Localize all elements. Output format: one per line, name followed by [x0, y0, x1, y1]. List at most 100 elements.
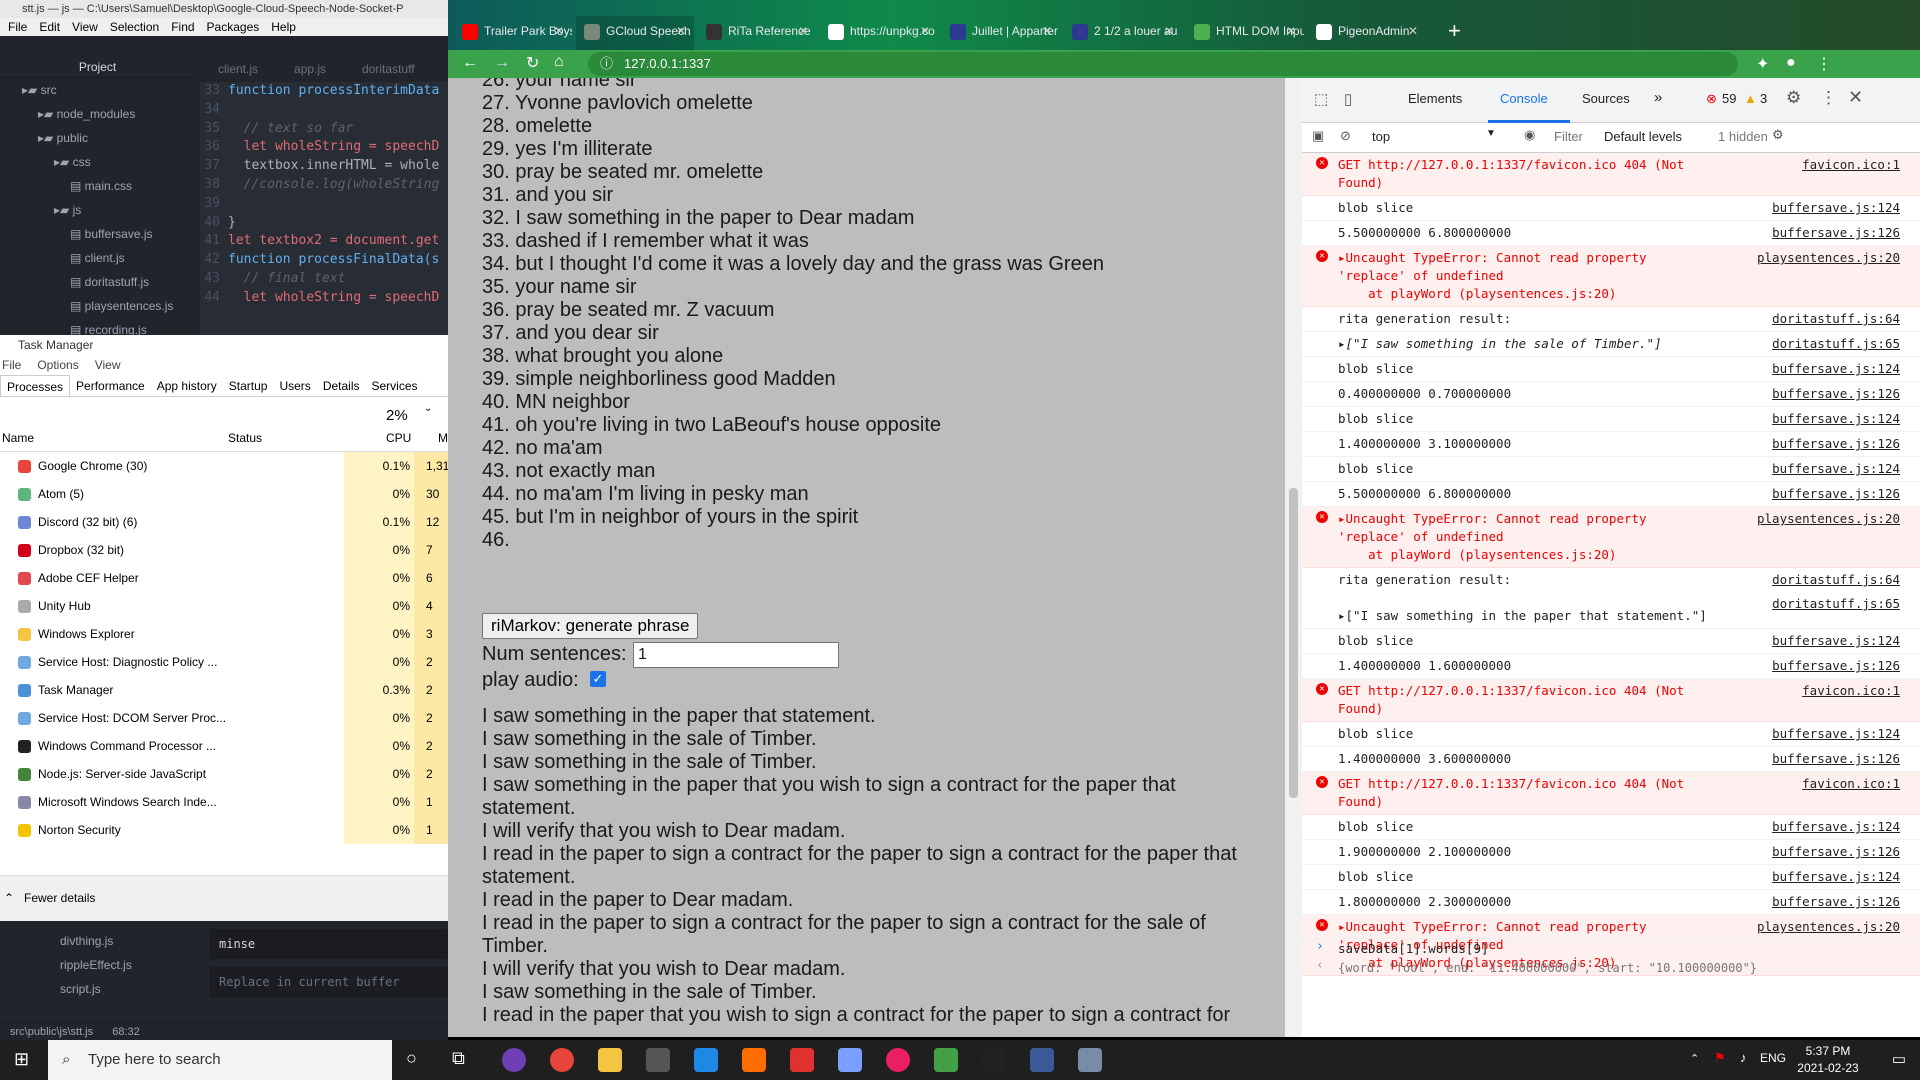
log-levels-dropdown[interactable]: Default levels — [1604, 129, 1682, 144]
process-row[interactable]: Windows Explorer 0% 3 — [0, 620, 448, 648]
forward-icon[interactable]: → — [494, 54, 510, 72]
tree-item[interactable]: ▤ doritastuff.js — [0, 270, 195, 294]
console-source-link[interactable]: doritastuff.js:64 — [1772, 310, 1900, 328]
browser-tab[interactable]: Juillet | Apparter ✕ — [942, 16, 1060, 50]
process-row[interactable]: Service Host: DCOM Server Proc... 0% 2 — [0, 704, 448, 732]
tab-close-icon[interactable]: ✕ — [554, 16, 564, 46]
live-expression-eye-icon[interactable]: ◉ — [1524, 127, 1535, 143]
edge-icon[interactable] — [694, 1048, 718, 1072]
menu-help[interactable]: Help — [271, 18, 296, 36]
tab-performance[interactable]: Performance — [70, 375, 151, 396]
console-source-link[interactable]: playsentences.js:20 — [1757, 510, 1900, 528]
process-row[interactable]: Adobe CEF Helper 0% 6 — [0, 564, 448, 592]
browser-tab[interactable]: Trailer Park Boys ✕ — [454, 16, 572, 50]
tab-processes[interactable]: Processes — [0, 375, 71, 396]
find-input[interactable]: minse — [210, 929, 448, 959]
tray-network-icon[interactable]: ⚑ — [1714, 1050, 1726, 1066]
info-icon[interactable]: ⓘ — [600, 52, 613, 76]
fewer-details-button[interactable]: ⌃ Fewer details — [0, 875, 448, 921]
settings-icon[interactable] — [646, 1048, 670, 1072]
console-source-link[interactable]: buffersave.js:126 — [1772, 657, 1900, 675]
page-scrollbar[interactable] — [1285, 78, 1302, 1037]
xbox-icon[interactable] — [934, 1048, 958, 1072]
tree-item[interactable]: ▸▰ node_modules — [0, 102, 195, 126]
col-memory[interactable]: M — [438, 431, 448, 445]
taskbar-search[interactable]: ⌕ Type here to search — [48, 1040, 392, 1080]
clear-console-icon[interactable]: ⊘ — [1340, 128, 1351, 144]
menu-packages[interactable]: Packages — [207, 18, 260, 36]
console-prompt[interactable]: › saveData[1].words[9] — [1302, 938, 1920, 958]
tab-users[interactable]: Users — [273, 375, 316, 396]
console-source-link[interactable]: buffersave.js:124 — [1772, 868, 1900, 886]
menu-view[interactable]: View — [72, 18, 98, 36]
warning-count[interactable]: 3 — [1760, 91, 1767, 106]
generate-phrase-button[interactable]: riMarkov: generate phrase — [482, 613, 699, 639]
console-source-link[interactable]: doritastuff.js:65 — [1772, 335, 1900, 353]
sidebar-toggle-icon[interactable]: ▣ — [1312, 128, 1324, 144]
tab-startup[interactable]: Startup — [223, 375, 274, 396]
browser-tab[interactable]: GCloud Speech ✕ — [576, 16, 694, 50]
console-source-link[interactable]: buffersave.js:124 — [1772, 818, 1900, 836]
discord-icon[interactable] — [502, 1048, 526, 1072]
console-source-link[interactable]: buffersave.js:124 — [1772, 199, 1900, 217]
browser-tab[interactable]: PigeonAdmin ✕ — [1308, 16, 1426, 50]
back-icon[interactable]: ← — [462, 54, 478, 72]
context-selector[interactable]: top — [1372, 129, 1390, 144]
console-filter-input[interactable]: Filter — [1554, 129, 1583, 144]
tab-close-icon[interactable]: ✕ — [798, 16, 808, 46]
status-path[interactable]: src\public\js\stt.js — [10, 1026, 93, 1038]
col-cpu[interactable]: CPU — [386, 431, 411, 445]
tree-item[interactable]: ▤ recording.js — [0, 318, 195, 335]
process-row[interactable]: Task Manager 0.3% 2 — [0, 676, 448, 704]
process-row[interactable]: Dropbox (32 bit) 0% 7 — [0, 536, 448, 564]
tab-client-js[interactable]: client.js — [200, 56, 276, 82]
tree-item-script[interactable]: script.js — [0, 977, 200, 1001]
devtools-menu-icon[interactable]: ⋮ — [1820, 88, 1837, 108]
tab-services[interactable]: Services — [366, 375, 424, 396]
tray-speaker-icon[interactable]: ♪ — [1740, 1050, 1747, 1065]
console-source-link[interactable]: buffersave.js:126 — [1772, 435, 1900, 453]
console-source-link[interactable]: doritastuff.js:65 — [1772, 595, 1900, 613]
process-row[interactable]: Unity Hub 0% 4 — [0, 592, 448, 620]
menu-find[interactable]: Find — [171, 18, 194, 36]
tm-menu-file[interactable]: File — [2, 355, 21, 375]
tray-chevron-icon[interactable]: ⌃ — [1690, 1052, 1699, 1065]
notification-icon[interactable]: ▭ — [1892, 1050, 1906, 1068]
console-source-link[interactable]: buffersave.js:126 — [1772, 843, 1900, 861]
tm-menu-options[interactable]: Options — [37, 355, 78, 375]
tab-console[interactable]: Console — [1500, 91, 1548, 106]
tab-app-history[interactable]: App history — [151, 375, 223, 396]
play-audio-checkbox[interactable]: ✓ — [590, 671, 606, 687]
console-source-link[interactable]: doritastuff.js:64 — [1772, 571, 1900, 589]
browser-tab[interactable]: https://unpkg.co ✕ — [820, 16, 938, 50]
settings-gear-icon[interactable]: ⚙ — [1786, 88, 1801, 108]
console-source-link[interactable]: buffersave.js:126 — [1772, 893, 1900, 911]
menu-file[interactable]: File — [8, 18, 27, 36]
console-source-link[interactable]: buffersave.js:126 — [1772, 750, 1900, 768]
console-source-link[interactable]: buffersave.js:124 — [1772, 632, 1900, 650]
warning-icon[interactable]: ▲ — [1744, 91, 1757, 106]
menu-dots-icon[interactable]: ⋮ — [1816, 54, 1832, 74]
error-count-icon[interactable]: ⊗ — [1706, 91, 1717, 107]
terminal-icon[interactable] — [982, 1048, 1006, 1072]
console-source-link[interactable]: buffersave.js:124 — [1772, 410, 1900, 428]
chrome-icon[interactable] — [550, 1048, 574, 1072]
tree-item[interactable]: ▸▰ css — [0, 150, 195, 174]
error-count[interactable]: 59 — [1722, 91, 1736, 106]
replace-input[interactable]: Replace in current buffer — [210, 967, 448, 997]
profile-icon[interactable]: ● — [1786, 54, 1796, 72]
console-source-link[interactable]: buffersave.js:124 — [1772, 725, 1900, 743]
process-row[interactable]: Node.js: Server-side JavaScript 0% 2 — [0, 760, 448, 788]
console-source-link[interactable]: buffersave.js:124 — [1772, 360, 1900, 378]
git-icon[interactable] — [790, 1048, 814, 1072]
app-icon[interactable] — [1078, 1048, 1102, 1072]
tab-close-icon[interactable]: ✕ — [676, 16, 686, 46]
menu-edit[interactable]: Edit — [39, 18, 60, 36]
browser-tab[interactable]: 2 1/2 a louer au ✕ — [1064, 16, 1182, 50]
status-cursor[interactable]: 68:32 — [112, 1026, 140, 1038]
device-toolbar-icon[interactable]: ▯ — [1344, 90, 1352, 108]
tree-item[interactable]: ▤ playsentences.js — [0, 294, 195, 318]
process-row[interactable]: Google Chrome (30) 0.1% 1,31 — [0, 452, 448, 480]
tree-item[interactable]: ▸▰ src — [0, 78, 195, 102]
windows-start-icon[interactable]: ⊞ — [14, 1049, 29, 1070]
